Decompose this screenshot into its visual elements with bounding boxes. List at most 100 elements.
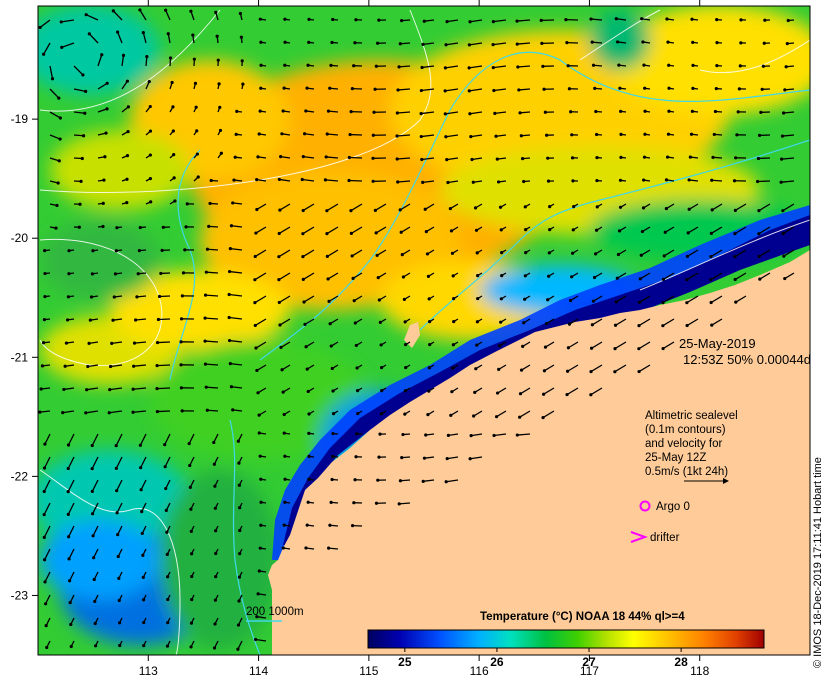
velocity-arrow-head — [642, 155, 647, 159]
velocity-arrow-head — [396, 180, 400, 184]
velocity-arrow-head — [69, 622, 73, 627]
velocity-arrow-head — [349, 209, 353, 213]
velocity-arrow-head — [591, 63, 596, 67]
velocity-arrow-head — [238, 506, 242, 510]
velocity-arrow-head — [215, 34, 219, 38]
velocity-arrow-head — [783, 276, 787, 281]
velocity-arrow-head — [426, 413, 430, 417]
velocity-arrow-head — [663, 230, 667, 234]
velocity-arrow-head — [325, 254, 329, 258]
velocity-arrow-head — [500, 273, 504, 278]
velocity-arrow-head — [42, 535, 46, 539]
velocity-arrow-head — [518, 415, 522, 419]
altimetry-line: and velocity for — [645, 438, 723, 450]
velocity-arrow-head — [398, 479, 403, 483]
velocity-arrow-head — [238, 528, 242, 533]
velocity-arrow-head — [304, 109, 308, 113]
velocity-arrow-head — [303, 322, 307, 326]
velocity-arrow-head — [66, 512, 70, 516]
velocity-arrow-head — [258, 454, 262, 458]
velocity-arrow-head — [425, 252, 430, 256]
velocity-arrow-head — [164, 486, 168, 491]
colorbar-title: Temperature (°C) NOAA 18 44% ql>=4 — [480, 611, 685, 623]
velocity-arrow-head — [373, 208, 378, 212]
velocity-arrow — [157, 341, 171, 344]
velocity-arrow-head — [354, 18, 358, 22]
velocity-arrow-head — [353, 41, 357, 45]
velocity-arrow-head — [330, 477, 334, 482]
velocity-arrow-head — [209, 178, 213, 183]
velocity-arrow-head — [44, 624, 48, 628]
velocity-arrow-head — [467, 43, 471, 47]
velocity-arrow-head — [423, 207, 427, 211]
velocity-arrow-head — [161, 225, 165, 229]
velocity-arrow-head — [374, 501, 379, 505]
velocity-arrow-head — [476, 274, 480, 278]
velocity-arrow-head — [109, 364, 113, 369]
velocity-arrow-head — [395, 157, 399, 161]
velocity-arrow-head — [565, 41, 569, 45]
velocity-arrow-head — [444, 480, 448, 484]
velocity-arrow-head — [259, 86, 263, 90]
velocity-arrow-head — [116, 533, 120, 537]
velocity-arrow-head — [113, 272, 118, 276]
velocity-arrow-head — [212, 440, 216, 445]
velocity-arrow-head — [283, 63, 287, 67]
velocity-arrow-head — [492, 433, 496, 438]
velocity-arrow-head — [59, 20, 63, 24]
velocity-arrow-head — [424, 433, 428, 437]
velocity-arrow-head — [500, 251, 504, 255]
velocity-arrow-head — [756, 179, 760, 184]
velocity-arrow-head — [149, 200, 153, 204]
velocity-arrow-head — [231, 408, 235, 412]
velocity-arrow-head — [661, 346, 665, 351]
velocity-arrow-head — [236, 647, 240, 651]
velocity-arrow-head — [377, 298, 381, 302]
velocity-arrow-head — [638, 277, 642, 281]
velocity-arrow-head — [642, 178, 646, 182]
colorbar-tick-label: 27 — [582, 655, 596, 669]
velocity-arrow-head — [763, 18, 767, 22]
velocity-arrow-head — [179, 386, 184, 390]
x-tick-label: 114 — [249, 664, 268, 678]
velocity-arrow-head — [594, 252, 598, 256]
velocity-arrow-head — [786, 18, 790, 23]
velocity-arrow-head — [353, 321, 357, 325]
velocity-arrow — [206, 271, 219, 274]
velocity-arrow-head — [58, 116, 62, 120]
velocity-arrow-head — [138, 443, 142, 447]
colorbar-tick-label: 25 — [398, 655, 412, 669]
velocity-arrow-head — [115, 226, 119, 230]
velocity-arrow-head — [541, 415, 545, 420]
velocity-arrow-head — [665, 155, 670, 159]
velocity-arrow-head — [637, 300, 642, 304]
velocity-arrow-head — [444, 135, 448, 139]
velocity-arrow-head — [87, 341, 91, 345]
velocity-arrow-head — [709, 278, 713, 282]
velocity-arrow-head — [421, 42, 425, 46]
velocity-arrow-head — [472, 414, 476, 418]
velocity-arrow-head — [84, 411, 88, 415]
velocity-arrow-head — [253, 637, 258, 642]
velocity-arrow-head — [307, 431, 311, 435]
velocity-arrow-head — [443, 66, 448, 70]
contour-legend-label: 200 1000m — [246, 606, 304, 618]
velocity-arrow-head — [257, 569, 261, 573]
velocity-arrow-head — [782, 254, 786, 258]
velocity-arrow-head — [491, 43, 495, 47]
velocity-arrow-head — [589, 346, 594, 350]
velocity-arrow-head — [203, 316, 207, 320]
velocity-arrow-head — [375, 253, 379, 257]
velocity-arrow-head — [619, 109, 623, 113]
velocity-arrow-head — [44, 602, 48, 606]
velocity-arrow-head — [277, 255, 281, 259]
velocity-arrow-head — [159, 271, 163, 276]
velocity-arrow-head — [328, 322, 332, 326]
velocity-arrow-head — [379, 412, 384, 416]
velocity-arrow-head — [107, 411, 111, 415]
velocity-arrow-head — [166, 32, 170, 36]
velocity-arrow-head — [570, 275, 574, 279]
velocity-arrow-head — [187, 442, 191, 446]
velocity-arrow-head — [445, 20, 449, 24]
velocity-arrow-head — [121, 53, 126, 57]
